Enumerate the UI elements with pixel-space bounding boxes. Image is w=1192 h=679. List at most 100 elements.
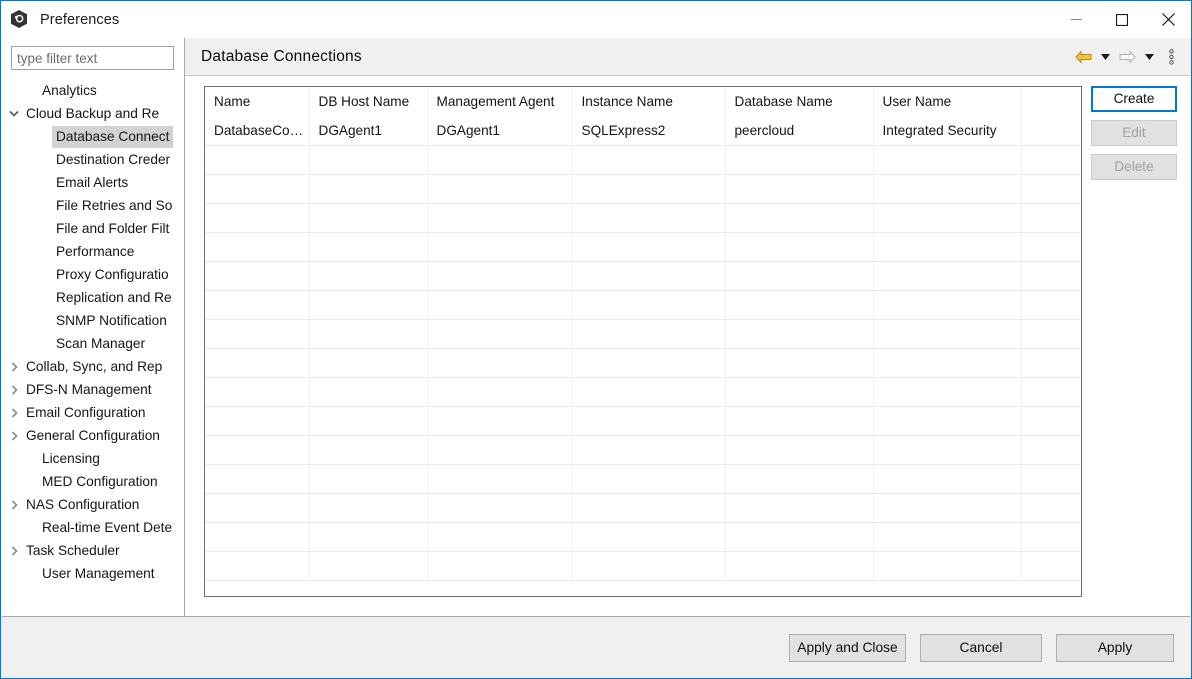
sidebar-item-snmp-notification[interactable]: SNMP Notification (2, 309, 182, 332)
table-row-empty-cell (205, 319, 310, 349)
apply-button[interactable]: Apply (1056, 634, 1174, 662)
chevron-down-icon[interactable] (6, 110, 22, 117)
sidebar-item-general-configuration[interactable]: General Configuration (2, 424, 182, 447)
table-row-cell: DGAgent1 (309, 116, 428, 146)
table-row-empty[interactable] (205, 348, 1081, 378)
table-row-empty-cell (572, 145, 726, 175)
sidebar-item-email-alerts[interactable]: Email Alerts (2, 171, 182, 194)
forward-dropdown-caret-icon[interactable] (1140, 45, 1158, 69)
sidebar-item-email-configuration[interactable]: Email Configuration (2, 401, 182, 424)
table-header-row-cell: DB Host Name (309, 87, 428, 116)
table-row-empty-cell (572, 319, 726, 349)
chevron-right-icon[interactable] (6, 361, 22, 372)
sidebar-item-licensing[interactable]: Licensing (2, 447, 182, 470)
table-row-empty-cell (1021, 319, 1081, 349)
table-row-empty-cell (572, 493, 726, 523)
sidebar-item-label: DFS-N Management (26, 381, 152, 397)
apply-and-close-button[interactable]: Apply and Close (789, 634, 906, 662)
sidebar-item-proxy-configuratio[interactable]: Proxy Configuratio (2, 263, 182, 286)
table-row-empty-cell (873, 232, 1022, 262)
sidebar-item-cloud-backup-and-re[interactable]: Cloud Backup and Re (2, 102, 182, 125)
table-row-empty-cell (572, 174, 726, 204)
table-row-empty-cell (309, 551, 428, 581)
sidebar-item-database-connect[interactable]: Database Connect (2, 125, 182, 148)
cancel-button[interactable]: Cancel (920, 634, 1042, 662)
table-row-empty-cell (309, 464, 428, 494)
chevron-right-icon[interactable] (6, 384, 22, 395)
sidebar-item-performance[interactable]: Performance (2, 240, 182, 263)
table-row-empty-cell (1021, 493, 1081, 523)
table-row-cell: Integrated Security (873, 116, 1022, 146)
view-menu-icon[interactable] (1160, 45, 1182, 69)
create-button[interactable]: Create (1091, 86, 1177, 112)
table-row-empty[interactable] (205, 377, 1081, 407)
table-row-empty[interactable] (205, 145, 1081, 175)
table-row-empty-cell (725, 203, 874, 233)
sidebar-item-destination-creder[interactable]: Destination Creder (2, 148, 182, 171)
table-row-empty[interactable] (205, 232, 1081, 262)
table-row-cell: DGAgent1 (427, 116, 573, 146)
settings-tree[interactable]: Analytics Cloud Backup and Re Database Con… (2, 79, 182, 623)
sidebar-item-nas-configuration[interactable]: NAS Configuration (2, 493, 182, 516)
table-row-empty-cell (873, 377, 1022, 407)
table-row-empty-cell (1021, 232, 1081, 262)
settings-sidebar: Analytics Cloud Backup and Re Database Con… (2, 38, 182, 623)
table-row-empty-cell (205, 406, 310, 436)
sidebar-item-user-management[interactable]: User Management (2, 562, 182, 585)
sidebar-item-label: Analytics (42, 82, 97, 98)
table-row-empty-cell (725, 261, 874, 291)
chevron-right-icon[interactable] (6, 430, 22, 441)
table-row-empty-cell (309, 261, 428, 291)
sidebar-item-scan-manager[interactable]: Scan Manager (2, 332, 182, 355)
edit-button[interactable]: Edit (1091, 120, 1177, 146)
sidebar-item-task-scheduler[interactable]: Task Scheduler (2, 539, 182, 562)
sidebar-item-med-configuration[interactable]: MED Configuration (2, 470, 182, 493)
table-row-empty[interactable] (205, 261, 1081, 291)
table-row-empty-cell (1021, 551, 1081, 581)
settings-content-pane: Database Connections Name DB Host Name M… (185, 38, 1190, 616)
sidebar-item-label: Cloud Backup and Re (26, 105, 160, 121)
table-row-empty[interactable] (205, 435, 1081, 465)
table-row-empty-cell (873, 348, 1022, 378)
table-row-empty-cell (205, 232, 310, 262)
table-row-empty-cell (1021, 290, 1081, 320)
table-row-empty[interactable] (205, 406, 1081, 436)
close-icon[interactable] (1145, 1, 1191, 38)
table-row-cell: peercloud (725, 116, 874, 146)
table-row-empty-cell (873, 493, 1022, 523)
table-row-empty[interactable] (205, 290, 1081, 320)
table-row-empty[interactable] (205, 551, 1081, 581)
table-row-empty[interactable] (205, 522, 1081, 552)
table-row-empty[interactable] (205, 319, 1081, 349)
table-row-empty-cell (309, 290, 428, 320)
chevron-right-icon[interactable] (6, 545, 22, 556)
back-arrow-icon[interactable] (1072, 45, 1094, 69)
table-row-empty-cell (1021, 348, 1081, 378)
table-row-empty-cell (427, 464, 573, 494)
filter-input[interactable] (11, 46, 174, 70)
sidebar-item-replication-and-re[interactable]: Replication and Re (2, 286, 182, 309)
sidebar-item-analytics[interactable]: Analytics (2, 79, 182, 102)
table-row-empty[interactable] (205, 174, 1081, 204)
table-row-empty-cell (427, 435, 573, 465)
table-row-empty[interactable] (205, 493, 1081, 523)
table-row-empty-cell (205, 290, 310, 320)
table-header-row[interactable]: Name DB Host Name Management Agent Instance… (205, 87, 1081, 116)
sidebar-item-dfs-n-management[interactable]: DFS-N Management (2, 378, 182, 401)
back-dropdown-caret-icon[interactable] (1096, 45, 1114, 69)
minimize-icon[interactable] (1053, 1, 1099, 38)
chevron-right-icon[interactable] (6, 407, 22, 418)
table-row-empty-cell (309, 174, 428, 204)
delete-button[interactable]: Delete (1091, 154, 1177, 180)
database-connections-table[interactable]: Name DB Host Name Management Agent Instance… (204, 86, 1082, 597)
window-controls (1053, 1, 1191, 38)
chevron-right-icon[interactable] (6, 499, 22, 510)
table-row[interactable]: DatabaseCo… DGAgent1 DGAgent1 SQLExpress2 pe… (205, 116, 1081, 146)
table-row-empty[interactable] (205, 203, 1081, 233)
sidebar-item-real-time-event-dete[interactable]: Real-time Event Dete (2, 516, 182, 539)
sidebar-item-collab-sync-and-rep[interactable]: Collab, Sync, and Rep (2, 355, 182, 378)
table-row-empty[interactable] (205, 464, 1081, 494)
maximize-icon[interactable] (1099, 1, 1145, 38)
sidebar-item-file-and-folder-filt[interactable]: File and Folder Filt (2, 217, 182, 240)
sidebar-item-file-retries-and-so[interactable]: File Retries and So (2, 194, 182, 217)
